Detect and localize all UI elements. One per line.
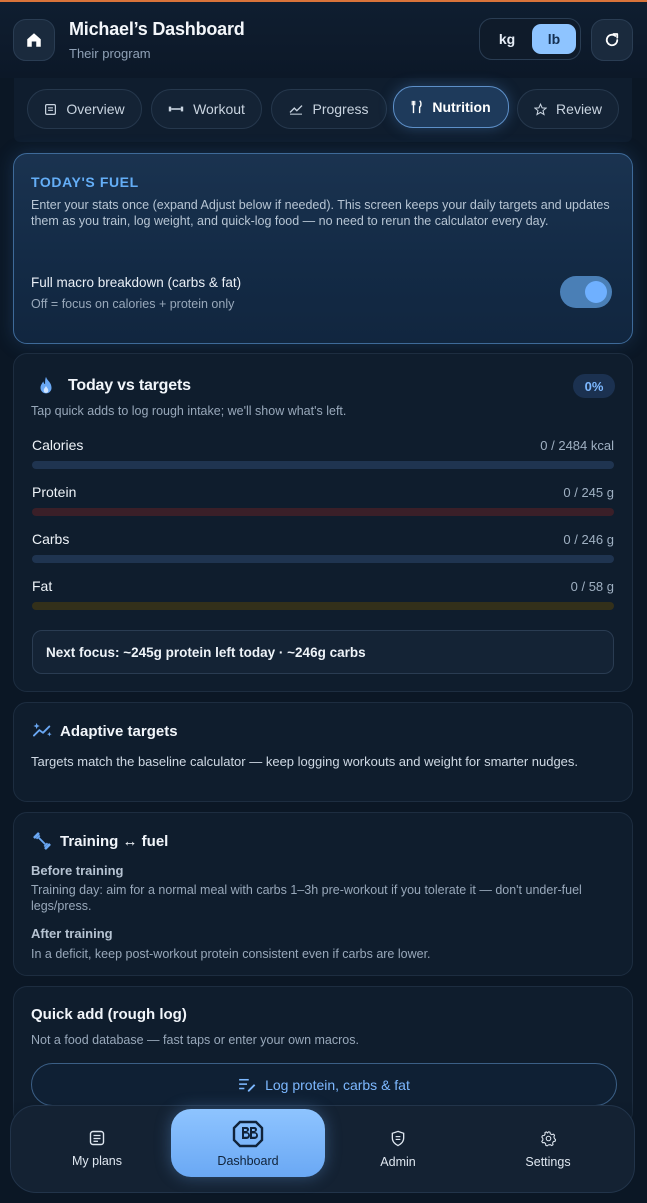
- nav-my-plans[interactable]: My plans: [21, 1107, 173, 1191]
- home-button[interactable]: [13, 19, 55, 61]
- nav-settings[interactable]: Settings: [472, 1107, 624, 1191]
- overview-icon: [45, 103, 57, 115]
- refresh-button[interactable]: [591, 19, 633, 61]
- unit-toggle: kg lb: [479, 18, 581, 60]
- app-header: Michael’s Dashboard Their program kg lb: [0, 2, 647, 78]
- carbs-value: 0 / 246 g: [563, 532, 614, 547]
- trend-icon: [289, 105, 303, 115]
- fuel-title: TODAY'S FUEL: [31, 174, 139, 190]
- nav-label: My plans: [71, 1154, 123, 1168]
- tab-progress[interactable]: Progress: [271, 89, 387, 129]
- protein-label: Protein: [32, 484, 77, 500]
- macro-breakdown-toggle[interactable]: [560, 276, 612, 308]
- tab-workout[interactable]: Workout: [151, 89, 262, 129]
- todays-fuel-card: TODAY'S FUEL Enter your stats once (expa…: [13, 153, 633, 344]
- after-training-heading: After training: [31, 926, 113, 941]
- page-title: Michael’s Dashboard: [69, 19, 245, 39]
- nav-dashboard[interactable]: Dashboard: [171, 1109, 325, 1177]
- home-icon: [27, 33, 41, 47]
- unit-lb-button[interactable]: lb: [532, 24, 576, 54]
- gear-icon: [540, 1130, 556, 1146]
- shield-icon: [391, 1130, 405, 1146]
- quick-add-title: Quick add (rough log): [31, 1006, 187, 1023]
- tab-label: Review: [556, 101, 602, 117]
- sparkle-trend-icon: [33, 722, 52, 737]
- protein-progress-bar: [32, 508, 614, 516]
- nav-label: Dashboard: [217, 1154, 279, 1168]
- fat-value: 0 / 58 g: [570, 579, 614, 594]
- adaptive-title: Adaptive targets: [60, 723, 178, 740]
- adaptive-targets-card: Adaptive targets Targets match the basel…: [13, 702, 633, 802]
- tab-label: Overview: [66, 101, 125, 117]
- refresh-icon: [605, 33, 619, 47]
- targets-description: Tap quick adds to log rough intake; we'l…: [31, 404, 347, 418]
- macro-breakdown-label: Full macro breakdown (carbs & fat): [31, 275, 242, 290]
- tab-review[interactable]: Review: [517, 89, 619, 129]
- calories-label: Calories: [32, 437, 84, 453]
- toggle-knob: [585, 281, 607, 303]
- calories-value: 0 / 2484 kcal: [540, 438, 614, 453]
- protein-value: 0 / 245 g: [563, 485, 614, 500]
- next-focus-banner: Next focus: ~245g protein left today · ~…: [32, 630, 614, 674]
- unit-kg-button[interactable]: kg: [485, 24, 529, 54]
- dumbbell-icon: [33, 832, 51, 850]
- before-training-text: Training day: aim for a normal meal with…: [31, 883, 582, 913]
- tab-label: Nutrition: [432, 99, 491, 115]
- tab-overview[interactable]: Overview: [27, 89, 142, 129]
- log-macros-label: Log protein, carbs & fat: [265, 1076, 410, 1093]
- list-icon: [89, 1130, 105, 1146]
- progress-percent-badge: 0%: [573, 374, 615, 398]
- quick-add-description: Not a food database — fast taps or enter…: [31, 1033, 359, 1047]
- fat-label: Fat: [32, 578, 53, 594]
- training-fuel-card: Training ↔ fuel Before training Training…: [13, 812, 633, 976]
- bb-logo-icon: [231, 1118, 265, 1150]
- star-icon: [534, 102, 548, 116]
- flame-icon: [40, 376, 52, 394]
- tab-label: Workout: [193, 101, 245, 117]
- nav-admin[interactable]: Admin: [322, 1107, 474, 1191]
- dumbbell-icon: [168, 106, 184, 112]
- nav-label: Admin: [380, 1154, 416, 1169]
- adaptive-description: Targets match the baseline calculator — …: [31, 754, 579, 769]
- nav-label: Settings: [525, 1154, 571, 1169]
- fat-progress-bar: [32, 602, 614, 610]
- macro-breakdown-hint: Off = focus on calories + protein only: [31, 297, 235, 311]
- carbs-label: Carbs: [32, 531, 70, 547]
- targets-card: Today vs targets 0% Tap quick adds to lo…: [13, 353, 633, 692]
- page-subtitle: Their program: [69, 46, 151, 61]
- training-title: Training ↔ fuel: [60, 833, 169, 850]
- tab-label: Progress: [312, 101, 369, 117]
- carbs-progress-bar: [32, 555, 614, 563]
- fuel-description: Enter your stats once (expand Adjust bel…: [31, 198, 610, 228]
- before-training-heading: Before training: [31, 863, 124, 878]
- list-edit-icon: [239, 1078, 256, 1092]
- targets-title: Today vs targets: [68, 377, 191, 394]
- after-training-text: In a deficit, keep post-workout protein …: [31, 947, 431, 961]
- tab-nutrition[interactable]: Nutrition: [393, 86, 509, 128]
- utensils-icon: [411, 100, 422, 114]
- calories-progress-bar: [32, 461, 614, 469]
